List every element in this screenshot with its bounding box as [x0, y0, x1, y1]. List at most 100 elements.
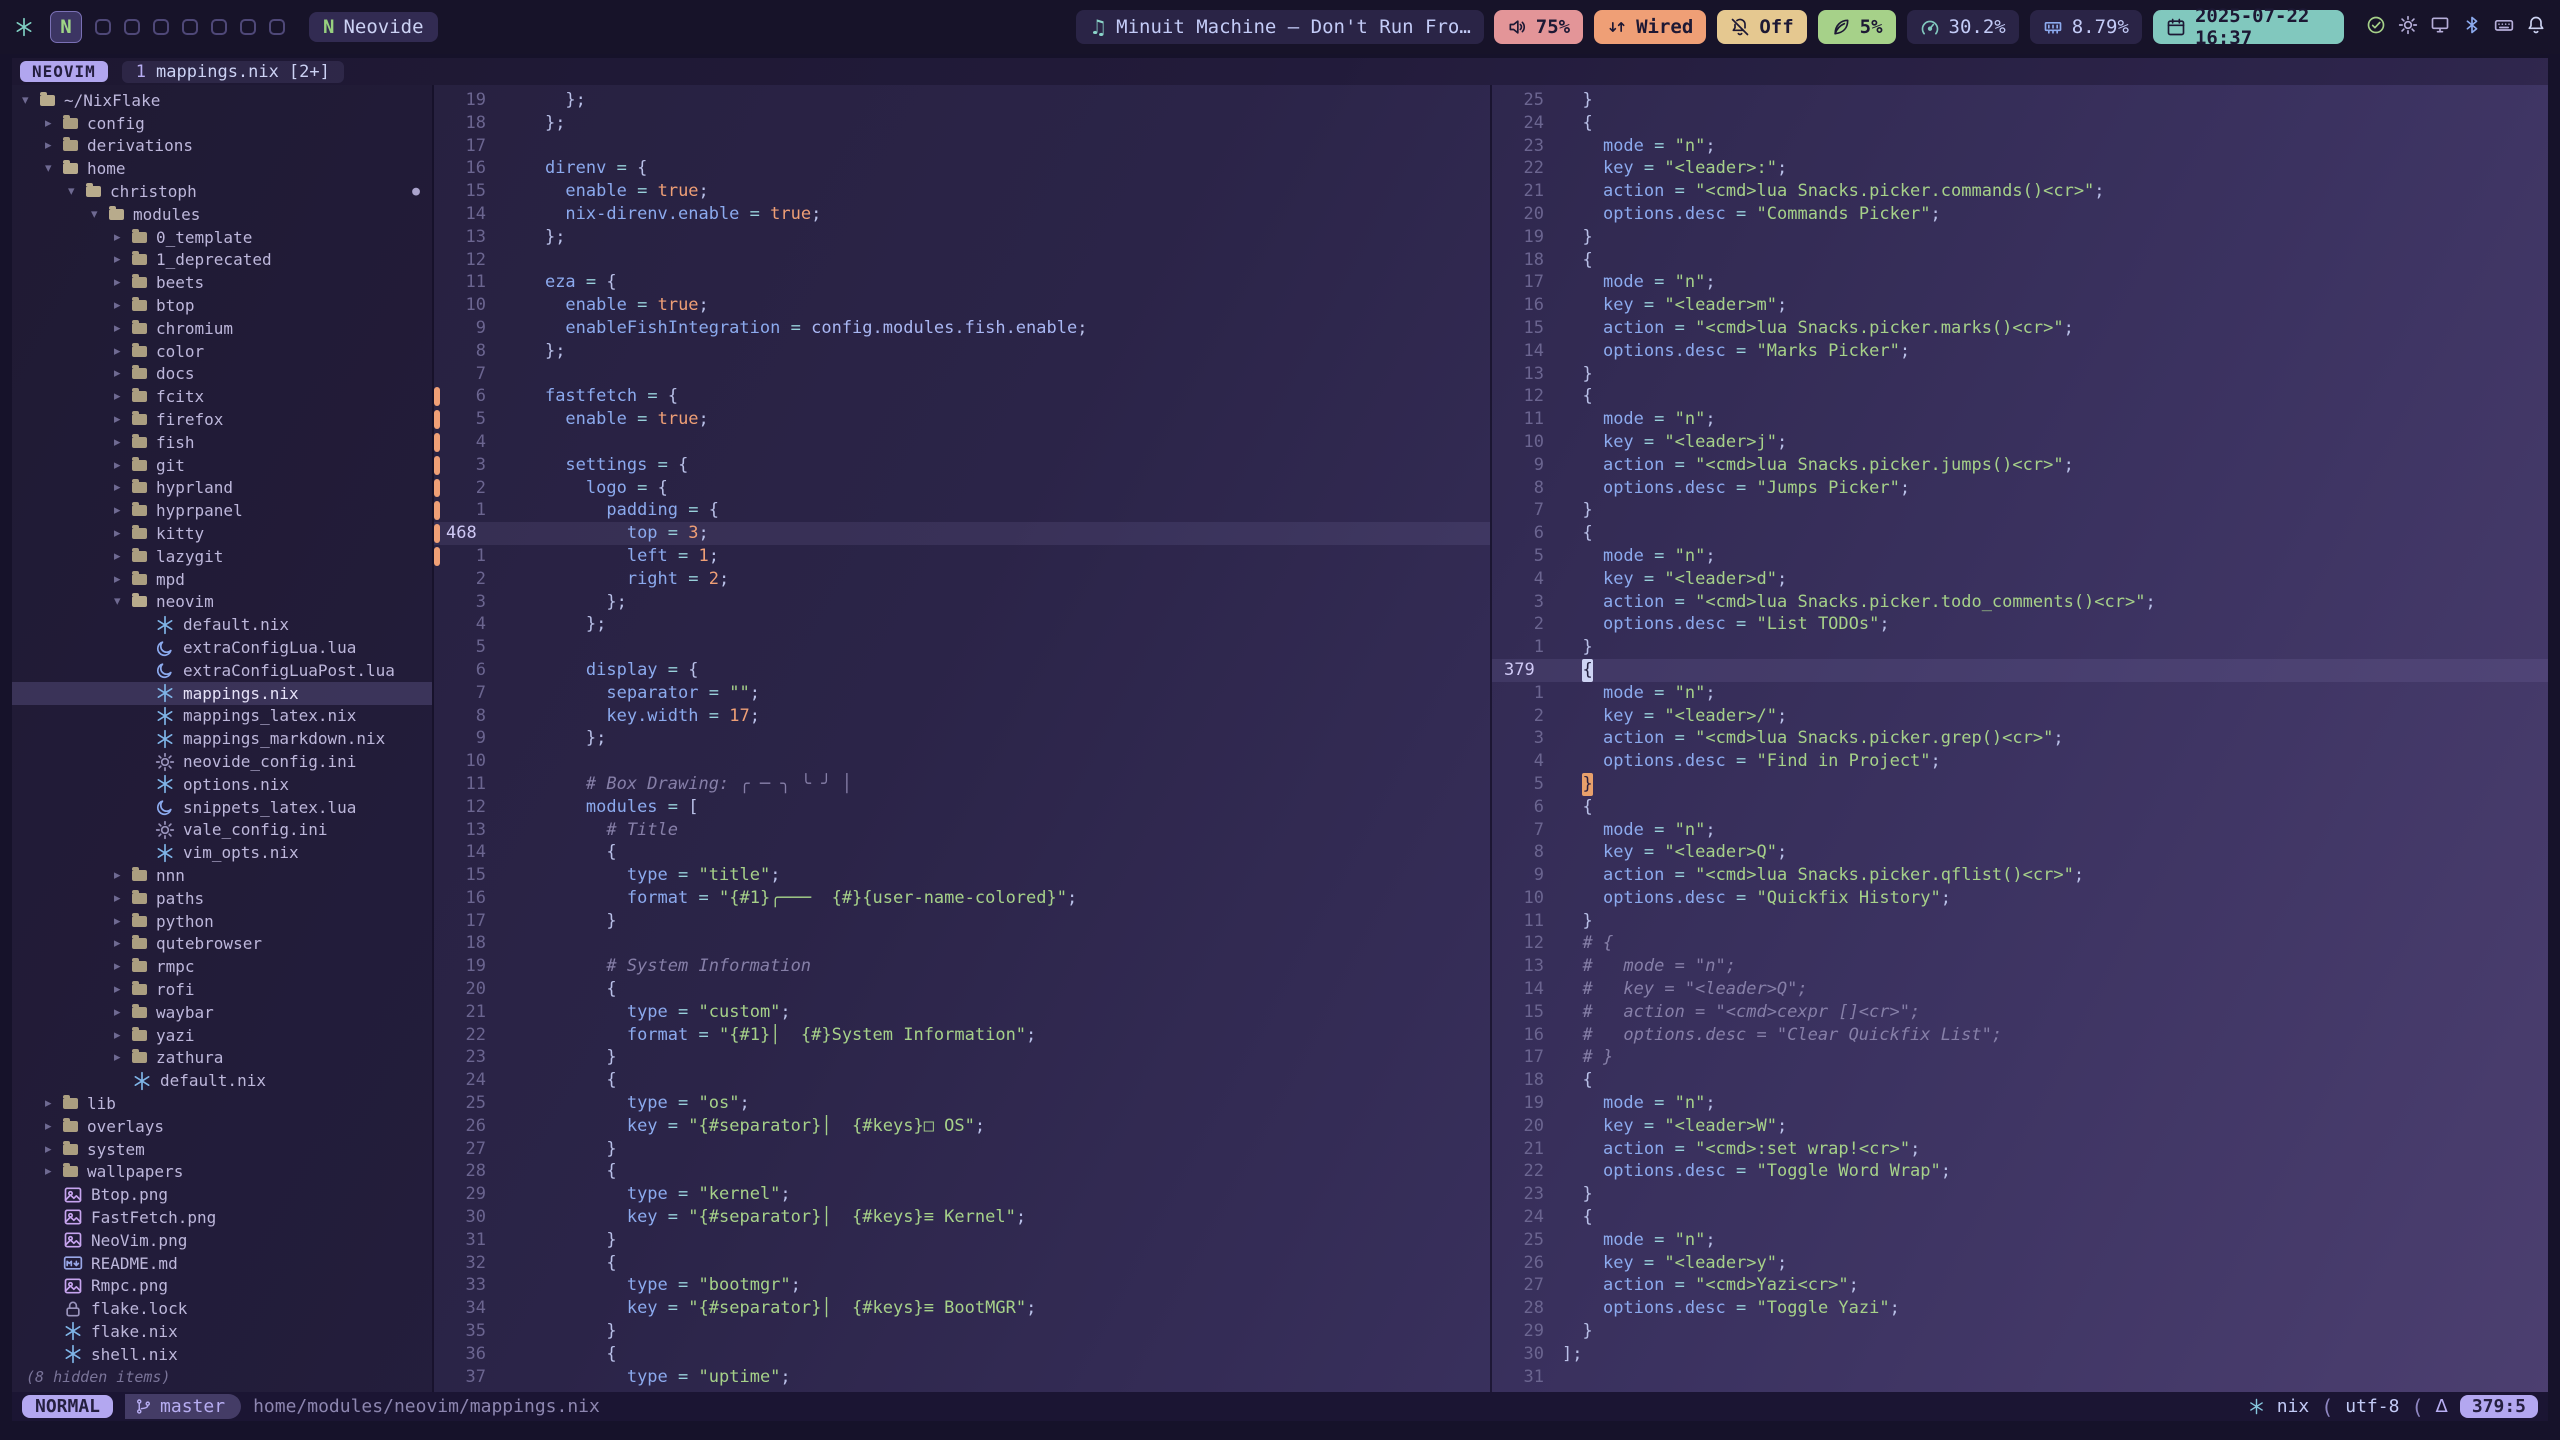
- tree-file-flake-nix[interactable]: flake.nix: [12, 1320, 432, 1343]
- tree-folder-waybar[interactable]: ▸waybar: [12, 1001, 432, 1024]
- code-line[interactable]: 4 options.desc = "Find in Project";: [1492, 750, 2548, 773]
- tree-folder-neovim[interactable]: ▾neovim: [12, 591, 432, 614]
- code-line[interactable]: 30 key = "{#separator}│ {#keys}≡ Kernel"…: [434, 1206, 1490, 1229]
- display-tray-icon[interactable]: [2430, 15, 2450, 39]
- code-line[interactable]: 27 }: [434, 1138, 1490, 1161]
- volume-module[interactable]: 75%: [1494, 10, 1583, 44]
- tree-file-extraconfigluapost-lua[interactable]: extraConfigLuaPost.lua: [12, 659, 432, 682]
- code-line[interactable]: 3 action = "<cmd>lua Snacks.picker.todo_…: [1492, 591, 2548, 614]
- code-line[interactable]: 9 enableFishIntegration = config.modules…: [434, 317, 1490, 340]
- code-line[interactable]: 27 action = "<cmd>Yazi<cr>";: [1492, 1274, 2548, 1297]
- tree-file-options-nix[interactable]: options.nix: [12, 773, 432, 796]
- tree-file-fastfetch-png[interactable]: FastFetch.png: [12, 1206, 432, 1229]
- workspace-empty[interactable]: [153, 19, 169, 35]
- code-line[interactable]: 28 {: [434, 1160, 1490, 1183]
- settings-tray-icon[interactable]: [2398, 15, 2418, 39]
- bluetooth-tray-icon[interactable]: [2462, 15, 2482, 39]
- code-line[interactable]: 14 nix-direnv.enable = true;: [434, 203, 1490, 226]
- code-line[interactable]: 9 action = "<cmd>lua Snacks.picker.qflis…: [1492, 864, 2548, 887]
- code-line[interactable]: 21 action = "<cmd>lua Snacks.picker.comm…: [1492, 180, 2548, 203]
- memory-module[interactable]: 8.79%: [2030, 10, 2142, 44]
- tree-folder-derivations[interactable]: ▸derivations: [12, 135, 432, 158]
- code-line[interactable]: 23 mode = "n";: [1492, 135, 2548, 158]
- code-line[interactable]: 15 type = "title";: [434, 864, 1490, 887]
- code-line[interactable]: 7 mode = "n";: [1492, 819, 2548, 842]
- code-line[interactable]: 17 mode = "n";: [1492, 271, 2548, 294]
- code-line[interactable]: 11 # Box Drawing: ╭ ─ ╮ ╰ ╯ │: [434, 773, 1490, 796]
- tree-folder-rofi[interactable]: ▸rofi: [12, 978, 432, 1001]
- tree-file-default-nix[interactable]: default.nix: [12, 1069, 432, 1092]
- code-line[interactable]: 29 type = "kernel";: [434, 1183, 1490, 1206]
- tree-file-mappings-markdown-nix[interactable]: mappings_markdown.nix: [12, 727, 432, 750]
- code-line[interactable]: 3 settings = {: [434, 454, 1490, 477]
- code-line[interactable]: 379 {{: [1492, 659, 2548, 682]
- code-line[interactable]: 10 enable = true;: [434, 294, 1490, 317]
- workspace-empty[interactable]: [269, 19, 285, 35]
- code-line[interactable]: 13 };: [434, 226, 1490, 249]
- code-line[interactable]: 15 action = "<cmd>lua Snacks.picker.mark…: [1492, 317, 2548, 340]
- tree-file-neovide-config-ini[interactable]: neovide_config.ini: [12, 750, 432, 773]
- code-line[interactable]: 8 };: [434, 340, 1490, 363]
- code-line[interactable]: 32 {: [434, 1252, 1490, 1275]
- tree-folder-home[interactable]: ▾home: [12, 157, 432, 180]
- tree-file-flake-lock[interactable]: flake.lock: [12, 1297, 432, 1320]
- code-line[interactable]: 13 # Title: [434, 819, 1490, 842]
- code-line[interactable]: 4 key = "<leader>d";: [1492, 568, 2548, 591]
- code-line[interactable]: 12 # {: [1492, 932, 2548, 955]
- tree-folder-firefox[interactable]: ▸firefox: [12, 408, 432, 431]
- tree-folder-zathura[interactable]: ▸zathura: [12, 1046, 432, 1069]
- code-line[interactable]: 34 key = "{#separator}│ {#keys}≡ BootMGR…: [434, 1297, 1490, 1320]
- code-line[interactable]: 26 key = "<leader>y";: [1492, 1252, 2548, 1275]
- code-line[interactable]: 1 padding = {: [434, 499, 1490, 522]
- tree-folder-qutebrowser[interactable]: ▸qutebrowser: [12, 932, 432, 955]
- tree-folder-btop[interactable]: ▸btop: [12, 294, 432, 317]
- code-line[interactable]: 14 {: [434, 841, 1490, 864]
- code-line[interactable]: 13 }: [1492, 363, 2548, 386]
- code-line[interactable]: 22 format = "{#1}│ {#}System Information…: [434, 1024, 1490, 1047]
- code-line[interactable]: 10 key = "<leader>j";: [1492, 431, 2548, 454]
- code-line[interactable]: 16 # options.desc = "Clear Quickfix List…: [1492, 1024, 2548, 1047]
- code-line[interactable]: 8 key = "<leader>Q";: [1492, 841, 2548, 864]
- workspace-empty[interactable]: [240, 19, 256, 35]
- workspace-active[interactable]: N: [50, 11, 82, 43]
- code-line[interactable]: 35 }: [434, 1320, 1490, 1343]
- code-line[interactable]: 5 enable = true;: [434, 408, 1490, 431]
- code-line[interactable]: 21 type = "custom";: [434, 1001, 1490, 1024]
- tree-file-btop-png[interactable]: Btop.png: [12, 1183, 432, 1206]
- tree-folder-paths[interactable]: ▸paths: [12, 887, 432, 910]
- active-window-chip[interactable]: N Neovide: [309, 12, 438, 42]
- code-line[interactable]: 19 mode = "n";: [1492, 1092, 2548, 1115]
- workspace-empty[interactable]: [211, 19, 227, 35]
- tree-folder-lazygit[interactable]: ▸lazygit: [12, 545, 432, 568]
- keyboard-tray-icon[interactable]: [2494, 15, 2514, 39]
- music-module[interactable]: ♫ Minuit Machine – Don't Run Fro…: [1076, 10, 1484, 44]
- clock-module[interactable]: 2025-07-22 16:37: [2153, 10, 2344, 44]
- code-line[interactable]: 7 }: [1492, 499, 2548, 522]
- code-line[interactable]: 24 {: [1492, 112, 2548, 135]
- code-line[interactable]: 20 options.desc = "Commands Picker";: [1492, 203, 2548, 226]
- code-line[interactable]: 4: [434, 431, 1490, 454]
- code-line[interactable]: 1 left = 1;: [434, 545, 1490, 568]
- code-line[interactable]: 31: [1492, 1366, 2548, 1389]
- code-line[interactable]: 18 {: [1492, 249, 2548, 272]
- code-line[interactable]: 8 key.width = 17;: [434, 705, 1490, 728]
- code-line[interactable]: 26 key = "{#separator}│ {#keys}□ OS";: [434, 1115, 1490, 1138]
- code-line[interactable]: 9 };: [434, 727, 1490, 750]
- code-line[interactable]: 11 eza = {: [434, 271, 1490, 294]
- tree-folder-hyprpanel[interactable]: ▸hyprpanel: [12, 499, 432, 522]
- code-line[interactable]: 14 # key = "<leader>Q";: [1492, 978, 2548, 1001]
- code-line[interactable]: 2 options.desc = "List TODOs";: [1492, 613, 2548, 636]
- code-line[interactable]: 6 {: [1492, 796, 2548, 819]
- tree-file-readme-md[interactable]: README.md: [12, 1252, 432, 1275]
- power-saver-module[interactable]: 5%: [1818, 10, 1896, 44]
- git-branch[interactable]: master: [125, 1394, 241, 1419]
- tree-folder-wallpapers[interactable]: ▸wallpapers: [12, 1160, 432, 1183]
- code-line[interactable]: 25 mode = "n";: [1492, 1229, 2548, 1252]
- code-line[interactable]: 24 {: [434, 1069, 1490, 1092]
- tree-folder-yazi[interactable]: ▸yazi: [12, 1024, 432, 1047]
- tree-folder-beets[interactable]: ▸beets: [12, 271, 432, 294]
- code-line[interactable]: 25 type = "os";: [434, 1092, 1490, 1115]
- code-line[interactable]: 29 }: [1492, 1320, 2548, 1343]
- code-line[interactable]: 19 # System Information: [434, 955, 1490, 978]
- code-line[interactable]: 12: [434, 249, 1490, 272]
